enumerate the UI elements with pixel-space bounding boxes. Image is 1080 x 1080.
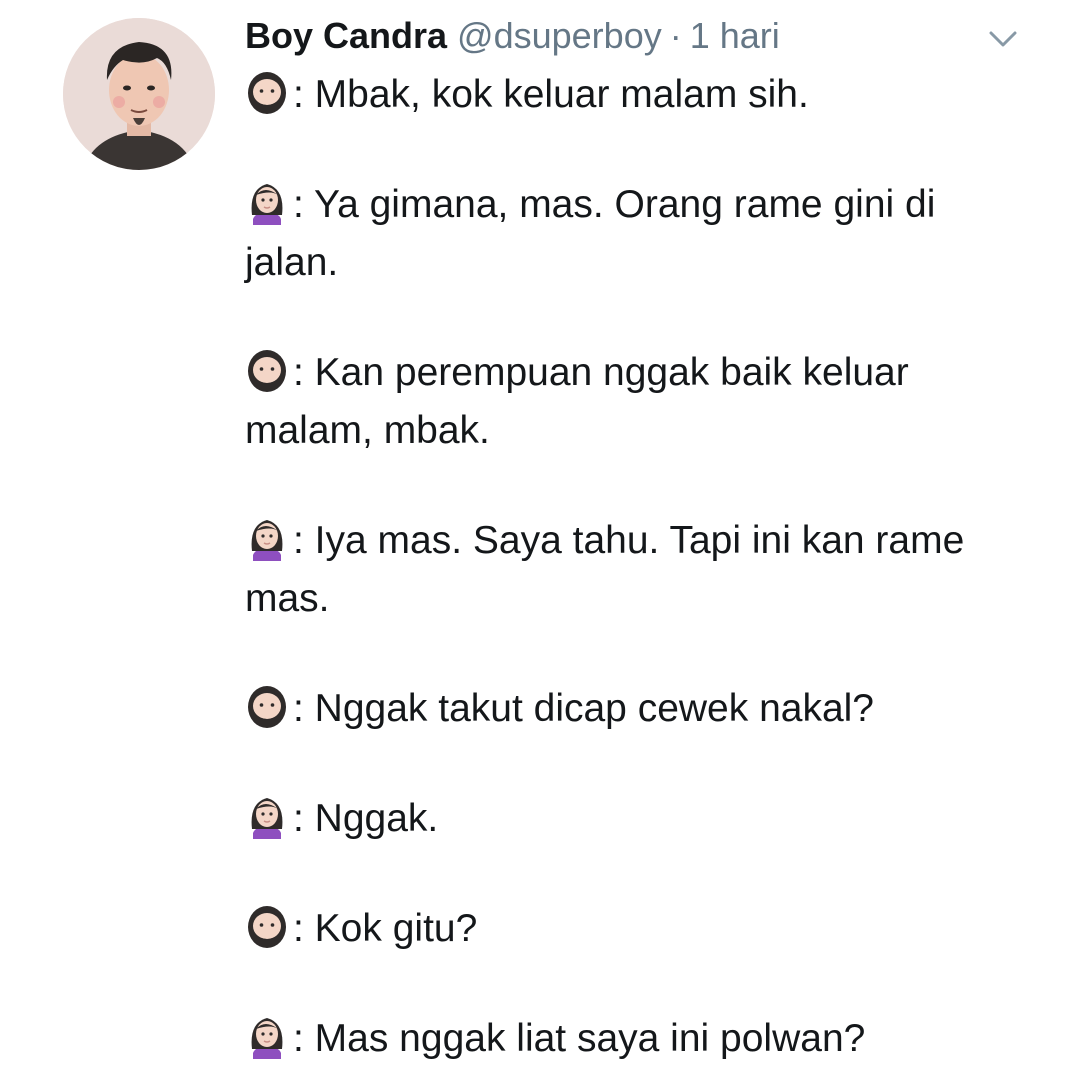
woman-emoji-icon xyxy=(245,179,289,225)
woman-emoji-icon xyxy=(245,515,289,561)
dialogue-text: : Mbak, kok keluar malam sih. xyxy=(293,73,809,116)
tweet-timestamp[interactable]: 1 hari xyxy=(690,12,780,60)
dialogue-text: : Kan perempuan nggak baik keluar malam,… xyxy=(245,351,909,452)
dialogue-line: : Ya gimana, mas. Orang rame gini di jal… xyxy=(245,176,1035,292)
author-handle[interactable]: @dsuperboy xyxy=(457,12,662,60)
dialogue-text: : Nggak takut dicap cewek nakal? xyxy=(293,687,875,730)
man-emoji-icon xyxy=(245,683,289,729)
dialogue-line: : Mbak, kok keluar malam sih. xyxy=(245,66,1035,124)
dialogue-line: : Kok gitu? xyxy=(245,900,1035,958)
dialogue-text: : Ya gimana, mas. Orang rame gini di jal… xyxy=(245,183,936,284)
dialogue-text: : Iya mas. Saya tahu. Tapi ini kan rame … xyxy=(245,519,965,620)
man-emoji-icon xyxy=(245,347,289,393)
author-display-name[interactable]: Boy Candra xyxy=(245,12,447,60)
dialogue-line: : Nggak. xyxy=(245,790,1035,848)
woman-emoji-icon xyxy=(245,793,289,839)
header-separator: · xyxy=(669,15,682,56)
dialogue-line: : Nggak takut dicap cewek nakal? xyxy=(245,680,1035,738)
dialogue-text: : Nggak. xyxy=(293,797,439,840)
dialogue-line: : Mas nggak liat saya ini polwan? xyxy=(245,1010,1035,1068)
dialogue-text: : Mas nggak liat saya ini polwan? xyxy=(293,1017,866,1060)
chevron-down-icon xyxy=(989,31,1017,47)
dialogue-text: : Kok gitu? xyxy=(293,907,478,950)
man-emoji-icon xyxy=(245,69,289,115)
dialogue-line: : Kan perempuan nggak baik keluar malam,… xyxy=(245,344,1035,460)
tweet-header: Boy Candra @dsuperboy · 1 hari xyxy=(245,12,1040,62)
tweet-menu-button[interactable] xyxy=(983,24,1023,54)
avatar[interactable] xyxy=(63,18,215,170)
avatar-illustration xyxy=(63,18,215,170)
man-emoji-icon xyxy=(245,903,289,949)
tweet-text: : Mbak, kok keluar malam sih. : Ya giman… xyxy=(245,66,1035,1068)
dialogue-line: : Iya mas. Saya tahu. Tapi ini kan rame … xyxy=(245,512,1035,628)
woman-emoji-icon xyxy=(245,1013,289,1059)
